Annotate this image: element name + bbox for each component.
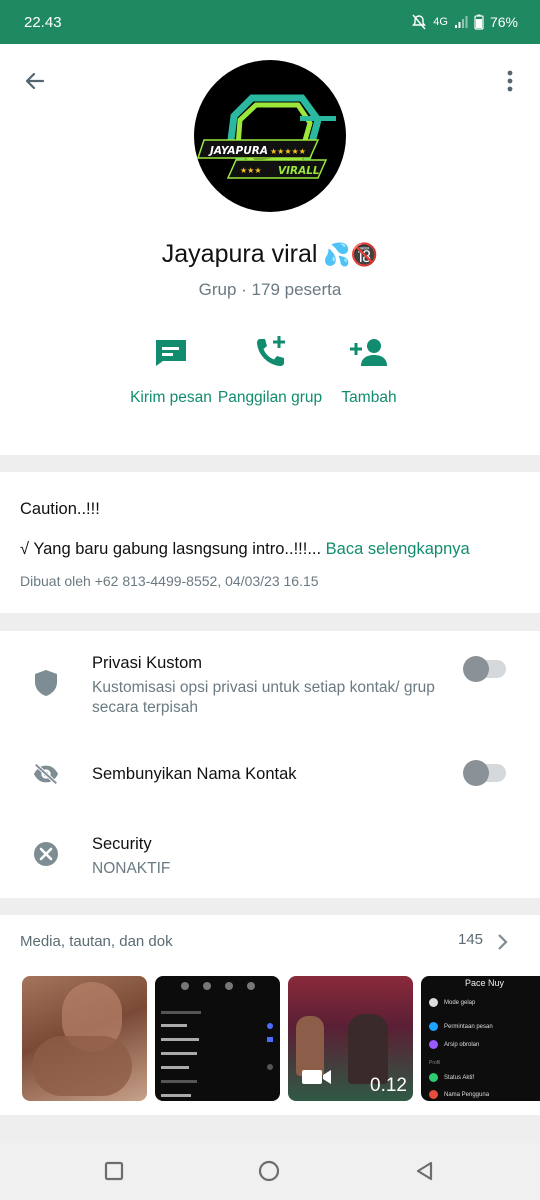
group-name-text: Jayapura viral [161, 240, 318, 268]
send-message-button[interactable]: Kirim pesan [116, 334, 226, 407]
thumb-row: Arsip obrolan [429, 1040, 479, 1049]
add-participant-label: Tambah [341, 389, 397, 406]
group-name: Jayapura viral 💦🔞 [0, 240, 540, 269]
media-label: Media, tautan, dan dok [20, 933, 173, 950]
mute-icon [411, 14, 427, 30]
network-type: 4G [433, 16, 448, 28]
thumb-row: Permintaan pesan [429, 1022, 493, 1031]
custom-privacy-toggle[interactable] [463, 656, 506, 682]
toggle-knob [463, 760, 489, 786]
thumb-row: Mode gelap [429, 998, 475, 1007]
group-call-label: Panggilan grup [217, 389, 323, 406]
setting-subtitle: Kustomisasi opsi privasi untuk setiap ko… [92, 679, 435, 716]
media-thumbnail-video[interactable]: 0.12 [288, 976, 413, 1101]
read-more-link[interactable]: Baca selengkapnya [326, 540, 470, 558]
description-line-1: Caution..!!! [20, 500, 100, 518]
square-icon [104, 1161, 124, 1181]
home-button[interactable] [257, 1159, 281, 1183]
group-avatar[interactable]: JAYAPURA ★★★★★ ★★★ VIRALL [194, 60, 346, 212]
more-vertical-icon [507, 70, 513, 92]
setting-security[interactable]: Security NONAKTIF [0, 821, 540, 898]
group-call-button[interactable]: Panggilan grup [215, 334, 325, 407]
created-by: Dibuat oleh +62 813-4499-8552, 04/03/23 … [20, 573, 319, 589]
setting-hide-contact-name[interactable]: Sembunyikan Nama Kontak [0, 741, 540, 821]
video-duration: 0.12 [370, 1075, 407, 1096]
thumb-row: Nama Pengguna [429, 1090, 489, 1099]
shield-icon [32, 669, 60, 697]
thumb-header: Pace Nuy [465, 978, 505, 988]
signal-icon [454, 15, 468, 29]
svg-text:★★★★★: ★★★★★ [270, 147, 306, 156]
close-circle-icon [32, 840, 60, 868]
thumb-row: Status Aktif [429, 1073, 474, 1082]
svg-text:★★★: ★★★ [240, 166, 262, 175]
eye-off-icon [32, 760, 60, 788]
media-thumbnail[interactable] [22, 976, 147, 1101]
toggle-knob [463, 656, 489, 682]
add-participant-button[interactable]: Tambah [314, 334, 424, 407]
description-line-2: √ Yang baru gabung lasngsung intro..!!!.… [20, 540, 520, 559]
battery-icon [474, 14, 484, 30]
media-count: 145 [458, 931, 484, 948]
status-bar: 22.43 4G 76% [0, 0, 540, 44]
setting-title: Sembunyikan Nama Kontak [92, 765, 297, 783]
triangle-back-icon [416, 1161, 433, 1181]
recent-apps-button[interactable] [102, 1159, 126, 1183]
group-name-emoji: 💦🔞 [323, 241, 379, 267]
avatar-text-top: JAYAPURA [208, 145, 268, 157]
chevron-right-icon[interactable] [496, 933, 508, 956]
setting-custom-privacy[interactable]: Privasi Kustom Kustomisasi opsi privasi … [0, 631, 540, 741]
back-nav-button[interactable] [413, 1159, 437, 1183]
add-person-icon [314, 334, 424, 370]
arrow-left-icon [25, 72, 45, 90]
system-nav-bar [0, 1142, 540, 1200]
quick-actions: Kirim pesan Panggilan grup Tambah [0, 334, 540, 434]
back-button[interactable] [20, 66, 50, 96]
thumb-section: Profil [429, 1060, 441, 1066]
media-thumbnail[interactable]: Pace Nuy Mode gelap Permintaan pesan Ars… [421, 976, 540, 1101]
group-settings: Privasi Kustom Kustomisasi opsi privasi … [0, 631, 540, 898]
description-text: √ Yang baru gabung lasngsung intro..!!!.… [20, 540, 322, 558]
status-icons: 4G 76% [411, 14, 518, 30]
hide-name-toggle[interactable] [463, 760, 506, 786]
avatar-text-bottom: VIRALL [278, 165, 320, 177]
circle-icon [258, 1160, 280, 1182]
message-icon [116, 334, 226, 370]
media-thumbnail[interactable] [155, 976, 280, 1101]
status-time: 22.43 [24, 13, 62, 31]
setting-title: Security [92, 835, 152, 853]
media-section[interactable]: Media, tautan, dan dok 145 0.12 Pace Nuy… [0, 915, 540, 1115]
more-options-button[interactable] [498, 66, 522, 96]
setting-title: Privasi Kustom [92, 654, 203, 672]
group-meta: Grup · 179 peserta [198, 280, 342, 299]
group-description[interactable]: Caution..!!! √ Yang baru gabung lasngsun… [0, 472, 540, 613]
setting-subtitle: NONAKTIF [92, 860, 171, 877]
battery-level: 76% [489, 14, 518, 30]
video-camera-icon [302, 1068, 332, 1091]
call-add-icon [215, 334, 325, 370]
group-header: JAYAPURA ★★★★★ ★★★ VIRALL Jayapura viral… [0, 44, 540, 455]
send-message-label: Kirim pesan [130, 389, 212, 406]
